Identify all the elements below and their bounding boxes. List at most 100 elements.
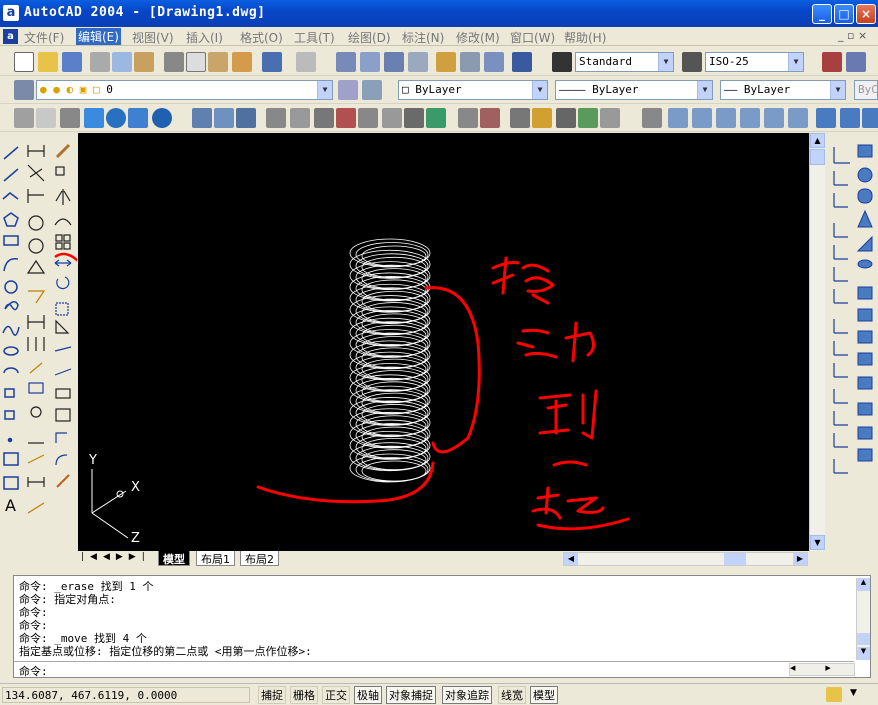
coordinate-display[interactable]: 134.6087, 467.6119, 0.0000 <box>2 687 250 703</box>
solid-edit-offset-icon[interactable] <box>510 108 530 128</box>
mirror-icon[interactable] <box>55 189 71 205</box>
zoom-previous-icon[interactable] <box>408 52 428 72</box>
dim-style-icon[interactable] <box>682 52 702 72</box>
subtract-icon[interactable] <box>214 108 234 128</box>
text-style-select[interactable]: Standard ▼ <box>575 52 674 72</box>
plot-style-select[interactable]: ByC <box>854 80 878 100</box>
make-block-icon[interactable] <box>4 410 15 420</box>
intersect-icon[interactable] <box>236 108 256 128</box>
print-icon[interactable] <box>90 52 110 72</box>
quick-dim-icon[interactable] <box>28 290 46 304</box>
linetype-select[interactable]: ———— ByLayer ▼ <box>555 80 713 100</box>
modify-icon[interactable] <box>822 52 842 72</box>
view-back-icon[interactable] <box>764 108 784 128</box>
scroll-up-button[interactable]: ▲ <box>810 133 825 148</box>
menu-insert[interactable]: 插入(I) <box>186 29 223 46</box>
view-top-icon[interactable] <box>642 108 662 128</box>
pan-icon[interactable] <box>336 52 356 72</box>
layer-previous-icon[interactable] <box>362 80 382 100</box>
ucs-manager-icon[interactable] <box>833 459 848 474</box>
array-icon[interactable] <box>55 234 63 242</box>
construction-line-icon[interactable] <box>3 168 19 182</box>
3d-box-outline-icon[interactable] <box>14 108 34 128</box>
solid-box-icon[interactable] <box>84 108 104 128</box>
menu-edit[interactable]: 编辑(E) <box>76 28 121 45</box>
publish-icon[interactable] <box>134 52 154 72</box>
wedge-solid-icon[interactable] <box>856 235 873 252</box>
make-layer-current-icon[interactable] <box>338 80 358 100</box>
command-scrollbar[interactable]: ▲ ▼ <box>856 578 870 660</box>
sphere-solid-icon[interactable] <box>857 167 873 183</box>
command-window[interactable]: 命令: _erase 找到 1 个 命令: 指定对角点: 命令: 命令: 命令:… <box>13 575 871 678</box>
chamfer-icon[interactable] <box>55 432 67 443</box>
maximize-button[interactable]: □ <box>834 4 854 24</box>
ucs-face-icon[interactable] <box>833 193 848 208</box>
grid-toggle[interactable]: 栅格 <box>290 686 318 704</box>
ucs-zaxis-icon[interactable] <box>833 289 848 304</box>
menu-view[interactable]: 视图(V) <box>132 29 174 46</box>
break-icon[interactable] <box>55 408 71 422</box>
solid-edit-color-icon[interactable] <box>578 108 598 128</box>
status-menu-arrow-icon[interactable]: ▼ <box>850 688 857 698</box>
move-icon[interactable] <box>54 259 72 267</box>
menu-window[interactable]: 窗口(W) <box>510 29 555 46</box>
diameter-dim-icon[interactable] <box>28 238 44 254</box>
setup-profile-icon[interactable] <box>426 108 446 128</box>
snap-toggle[interactable]: 捕捉 <box>258 686 286 704</box>
setup-view-icon[interactable] <box>404 108 424 128</box>
save-icon[interactable] <box>62 52 82 72</box>
dim-text-edit-icon[interactable] <box>27 454 45 464</box>
tool-palettes-icon[interactable] <box>484 52 504 72</box>
break-at-point-icon[interactable] <box>55 388 71 399</box>
solview-icon[interactable] <box>857 402 873 416</box>
ucs-world-icon[interactable] <box>833 147 850 164</box>
view-left-icon[interactable] <box>692 108 712 128</box>
ordinate-dim-icon[interactable] <box>27 189 44 203</box>
scroll-down-button[interactable]: ▼ <box>810 535 825 550</box>
undo-icon[interactable] <box>262 52 282 72</box>
revision-cloud-icon[interactable] <box>4 301 19 311</box>
hscroll-thumb[interactable] <box>724 553 746 565</box>
scroll-thumb[interactable] <box>810 149 825 165</box>
section-solid-icon[interactable] <box>857 352 873 366</box>
horizontal-scrollbar[interactable]: ◀ ▶ <box>563 552 808 566</box>
tab-layout2[interactable]: 布局2 <box>240 551 279 566</box>
help-icon[interactable] <box>512 52 532 72</box>
circle-icon[interactable] <box>4 280 18 294</box>
rectangle-icon[interactable] <box>3 235 19 246</box>
ellipse-icon[interactable] <box>3 346 19 356</box>
scroll-left-button[interactable]: ◀ <box>564 553 578 565</box>
menu-help[interactable]: 帮助(H) <box>564 29 606 46</box>
cylinder-solid-icon[interactable] <box>857 188 873 204</box>
radius-dim-icon[interactable] <box>28 215 44 231</box>
tolerance-icon[interactable] <box>28 382 44 394</box>
ortho-toggle[interactable]: 正交 <box>322 686 350 704</box>
cone-solid-icon[interactable] <box>857 209 873 228</box>
autocad-app-icon[interactable]: a <box>3 5 19 21</box>
design-center-icon[interactable] <box>460 52 480 72</box>
ucs-object-icon[interactable] <box>833 223 848 238</box>
new-icon[interactable] <box>14 52 34 72</box>
view-right-icon[interactable] <box>716 108 736 128</box>
multiline-text-icon[interactable]: A <box>5 496 16 515</box>
section-icon[interactable] <box>336 108 356 128</box>
document-icon[interactable]: a <box>3 29 18 44</box>
revolve-icon[interactable] <box>290 108 310 128</box>
revolve-solid-icon[interactable] <box>857 308 873 322</box>
scale-icon[interactable] <box>55 302 69 316</box>
scroll-right-button[interactable]: ▶ <box>793 553 807 565</box>
command-scroll-thumb[interactable] <box>857 633 870 645</box>
properties-icon[interactable] <box>436 52 456 72</box>
polyline-icon[interactable] <box>2 192 19 200</box>
aligned-dim-icon[interactable] <box>27 164 45 182</box>
solid-edit-separate-icon[interactable] <box>600 108 620 128</box>
menu-draw[interactable]: 绘图(D) <box>348 29 391 46</box>
solid-edit-taper-icon[interactable] <box>532 108 552 128</box>
ucs-named-icon[interactable] <box>833 433 848 448</box>
menu-dimension[interactable]: 标注(N) <box>402 29 444 46</box>
ucs-apply-icon[interactable] <box>833 411 848 426</box>
ellipse-arc-icon[interactable] <box>3 367 19 374</box>
leader-icon[interactable] <box>29 362 43 374</box>
drawing-canvas[interactable]: Y X Z <box>78 133 809 551</box>
command-scroll-up[interactable]: ▲ <box>857 578 870 591</box>
